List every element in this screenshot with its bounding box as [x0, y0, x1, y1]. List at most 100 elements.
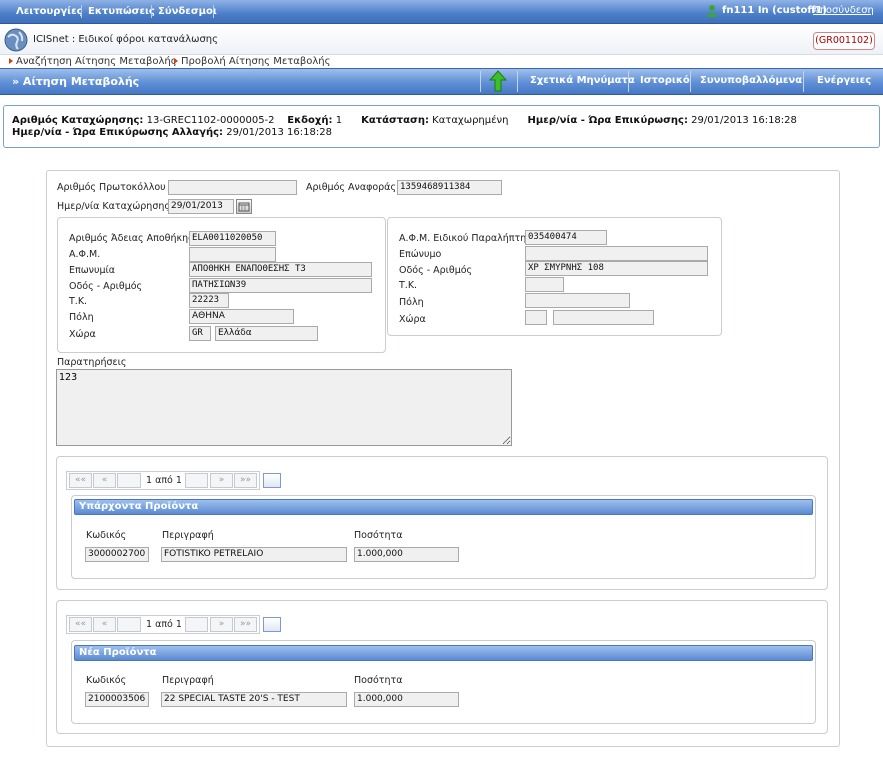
menu-operations[interactable]: Λειτουργίες [16, 6, 83, 17]
protocol-label: Αριθμός Πρωτοκόλλου [57, 182, 166, 193]
version-value: 1 [335, 115, 343, 126]
calendar-icon[interactable] [236, 199, 252, 214]
page-title: » Αίτηση Μεταβολής [12, 75, 140, 88]
existing-code-label: Κωδικός [86, 530, 127, 541]
breadcrumb-arrow-icon [9, 58, 13, 64]
existing-grid-view-icon[interactable] [263, 473, 281, 488]
sender-country-code-field[interactable]: GR [189, 326, 211, 341]
receiver-city-label: Πόλη [399, 297, 424, 308]
existing-code-field[interactable]: 3000002700 [85, 547, 149, 562]
existing-desc-label: Περιγραφή [162, 530, 214, 541]
menu-separator [151, 5, 152, 18]
sender-city-field[interactable]: ΑΘΗΝΑ [189, 309, 294, 324]
new-qty-field[interactable]: 1.000,000 [354, 692, 459, 707]
new-code-field[interactable]: 2100003506 [85, 692, 149, 707]
receiver-street-label: Οδός - Αριθμός [399, 265, 473, 276]
existing-products-header: Υπάρχοντα Προϊόντα [74, 499, 813, 515]
receiver-zip-field[interactable] [525, 277, 564, 292]
logout-link[interactable]: Αποσύνδεση [813, 5, 874, 16]
receiver-city-field[interactable] [525, 293, 630, 308]
reg-no-label: Αριθμός Καταχώρησης: [12, 115, 144, 126]
new-grid-view-icon[interactable] [263, 617, 281, 632]
sender-street-label: Οδός - Αριθμός [69, 281, 143, 292]
new-desc-field[interactable]: 22 SPECIAL TASTE 20'S - TEST [161, 692, 347, 707]
receiver-surname-label: Επώνυμο [399, 249, 442, 260]
version-label: Εκδοχή: [287, 115, 333, 126]
license-label: Αριθμός Άδειας Αποθήκης [69, 233, 194, 244]
existing-last-page-button[interactable]: »» [234, 473, 257, 488]
new-qty-label: Ποσότητα [354, 675, 403, 686]
sender-street-field[interactable]: ΠΑΤΗΣΙΩΝ39 [189, 278, 372, 293]
new-next-page-button[interactable]: » [210, 617, 233, 632]
current-user: fn111 In (custoff1) [722, 5, 827, 16]
receiver-surname-field[interactable] [525, 246, 708, 261]
remarks-label: Παρατηρήσεις [57, 357, 127, 368]
menu-separator [81, 5, 82, 18]
history-button[interactable]: Ιστορικό [640, 75, 690, 86]
receiver-afm-field[interactable]: 035400474 [525, 230, 607, 245]
reference-label: Αριθμός Αναφοράς [306, 182, 397, 193]
receiver-country-field[interactable] [553, 310, 654, 325]
new-first-page-button[interactable]: «« [69, 617, 92, 632]
new-last-page-button[interactable]: »» [234, 617, 257, 632]
reg-date-field[interactable]: 29/01/2013 [168, 199, 234, 214]
protocol-field[interactable] [168, 180, 297, 195]
related-messages-button[interactable]: Σχετικά Μηνύματα [530, 75, 635, 86]
new-desc-label: Περιγραφή [162, 675, 214, 686]
breadcrumb-view: Προβολή Αίτησης Μεταβολής [181, 56, 331, 67]
new-page-size-input[interactable] [185, 617, 208, 632]
summary-line-2: Ημερ/νία - Ώρα Επικύρωσης Αλλαγής: 29/01… [12, 127, 332, 138]
sender-zip-label: Τ.Κ. [69, 296, 88, 307]
status-value: Καταχωρημένη [432, 115, 509, 126]
globe-logo-icon [4, 28, 28, 52]
new-page-text: 1 από 1 [146, 619, 182, 630]
confirm-value: 29/01/2013 16:18:28 [691, 115, 797, 126]
existing-prev-page-button[interactable]: « [93, 473, 116, 488]
sender-name-label: Επωνυμία [69, 265, 116, 276]
sender-country-label: Χώρα [69, 329, 96, 340]
up-arrow-icon[interactable] [488, 70, 508, 92]
actions-button[interactable]: Ενέργειες [817, 75, 871, 86]
receiver-street-field[interactable]: ΧΡ ΣΜΥΡΝΗΣ 108 [525, 261, 708, 276]
receiver-country-label: Χώρα [399, 314, 426, 325]
change-confirm-value: 29/01/2013 16:18:28 [226, 127, 332, 138]
license-field[interactable]: ELA0011020050 [189, 231, 276, 246]
toolbar-separator [690, 71, 691, 92]
existing-qty-label: Ποσότητα [354, 530, 403, 541]
app-title: ICISnet : Ειδικοί φόροι κατανάλωσης [33, 34, 218, 45]
existing-page-size-input[interactable] [185, 473, 208, 488]
receiver-afm-label: Α.Φ.Μ. Ειδικού Παραλήπτη [399, 233, 527, 244]
menu-prints[interactable]: Εκτυπώσεις [88, 6, 155, 17]
sender-country-field[interactable]: Ελλάδα [215, 326, 318, 341]
existing-desc-field[interactable]: FOTISTIKO PETRELAIO [161, 547, 347, 562]
receiver-zip-label: Τ.Κ. [399, 280, 418, 291]
new-page-input[interactable] [117, 617, 141, 632]
existing-qty-field[interactable]: 1.000,000 [354, 547, 459, 562]
receiver-country-code-field[interactable] [525, 310, 547, 325]
breadcrumb-arrow-icon [174, 58, 178, 64]
existing-next-page-button[interactable]: » [210, 473, 233, 488]
existing-page-input[interactable] [117, 473, 141, 488]
toolbar-separator [517, 71, 518, 92]
confirm-label: Ημερ/νία - Ώρα Επικύρωσης: [527, 115, 688, 126]
menu-links[interactable]: Σύνδεσμοι [158, 6, 217, 17]
existing-first-page-button[interactable]: «« [69, 473, 92, 488]
reference-field[interactable]: 1359468911384 [397, 180, 502, 195]
change-confirm-label: Ημερ/νία - Ώρα Επικύρωσης Αλλαγής: [12, 127, 224, 138]
sender-city-label: Πόλη [69, 312, 94, 323]
breadcrumb-search[interactable]: Αναζήτηση Αίτησης Μεταβολής [16, 56, 177, 67]
sender-afm-label: Α.Φ.Μ. [69, 249, 101, 260]
menu-separator [213, 5, 214, 18]
sender-afm-field[interactable] [189, 247, 276, 262]
status-label: Κατάσταση: [361, 115, 429, 126]
reg-date-label: Ημερ/νία Καταχώρησης [57, 201, 170, 212]
user-icon [707, 5, 717, 17]
new-code-label: Κωδικός [86, 675, 127, 686]
sender-zip-field[interactable]: 22223 [189, 293, 229, 308]
toolbar-separator [480, 71, 481, 92]
new-prev-page-button[interactable]: « [93, 617, 116, 632]
attachments-button[interactable]: Συνυποβαλλόμενα [700, 75, 802, 86]
sender-name-field[interactable]: ΑΠΟΘΗΚΗ ΕΝΑΠΟΘΕΣΗΣ Τ3 [189, 262, 372, 277]
existing-page-text: 1 από 1 [146, 475, 182, 486]
remarks-textarea[interactable]: 123 [56, 369, 512, 446]
